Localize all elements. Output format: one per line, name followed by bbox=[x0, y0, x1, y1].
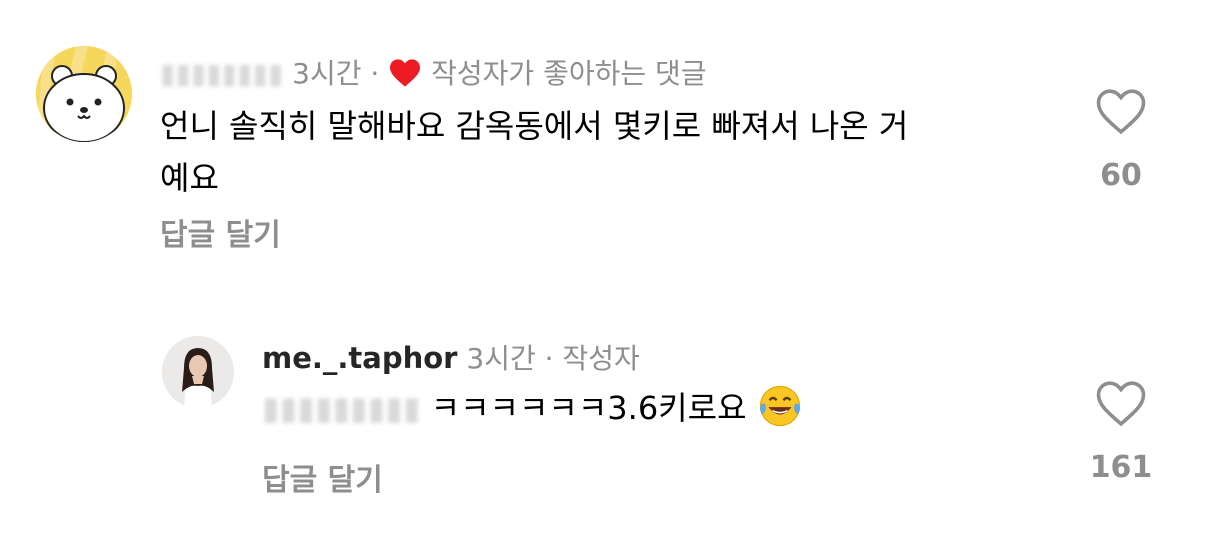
meta-separator: · bbox=[370, 57, 380, 90]
comment-time: 3시간 bbox=[466, 342, 536, 375]
reply-button[interactable]: 답글 달기 bbox=[160, 210, 281, 254]
heart-outline-icon bbox=[1096, 89, 1146, 135]
bear-avatar-icon bbox=[36, 46, 132, 142]
username[interactable]: me._.taphor bbox=[262, 341, 457, 375]
profile-photo-icon bbox=[162, 336, 234, 408]
author-badge: 작성자 bbox=[562, 342, 640, 375]
author-liked-label: 작성자가 좋아하는 댓글 bbox=[431, 57, 707, 90]
reply-button[interactable]: 답글 달기 bbox=[262, 455, 383, 499]
comment-meta: ▮▮▮▮▮▮▮▮ 3시간 · 작성자가 좋아하는 댓글 bbox=[160, 52, 707, 92]
avatar[interactable] bbox=[36, 46, 132, 142]
like-count: 60 bbox=[1100, 158, 1142, 193]
like-button[interactable] bbox=[1094, 86, 1148, 136]
heart-outline-icon bbox=[1096, 381, 1146, 427]
comment-text-line: 언니 솔직히 말해바요 감옥동에서 몇키로 빠져서 나온 거 bbox=[160, 107, 909, 145]
blurred-mention: ▮▮▮▮▮▮▮▮▮ bbox=[262, 389, 421, 427]
comment-text-line: ㅋㅋㅋㅋㅋㅋ3.6키로요 bbox=[430, 389, 747, 427]
meta-separator: · bbox=[544, 342, 554, 375]
like-button[interactable] bbox=[1094, 378, 1148, 428]
comment-text: ▮▮▮▮▮▮▮▮▮ ㅋㅋㅋㅋㅋㅋ3.6키로요 bbox=[262, 382, 803, 434]
comment-text-line: 예요 bbox=[160, 159, 219, 197]
comment-meta: me._.taphor 3시간 · 작성자 bbox=[262, 337, 640, 377]
comment-time: 3시간 bbox=[292, 57, 362, 90]
like-count: 161 bbox=[1089, 450, 1153, 485]
avatar[interactable] bbox=[162, 336, 234, 408]
liked-heart-icon bbox=[390, 59, 421, 87]
laughing-tears-emoji-icon bbox=[759, 385, 800, 427]
blurred-username: ▮▮▮▮▮▮▮▮ bbox=[160, 57, 284, 90]
comment-text: 언니 솔직히 말해바요 감옥동에서 몇키로 빠져서 나온 거 예요 bbox=[160, 100, 1060, 204]
